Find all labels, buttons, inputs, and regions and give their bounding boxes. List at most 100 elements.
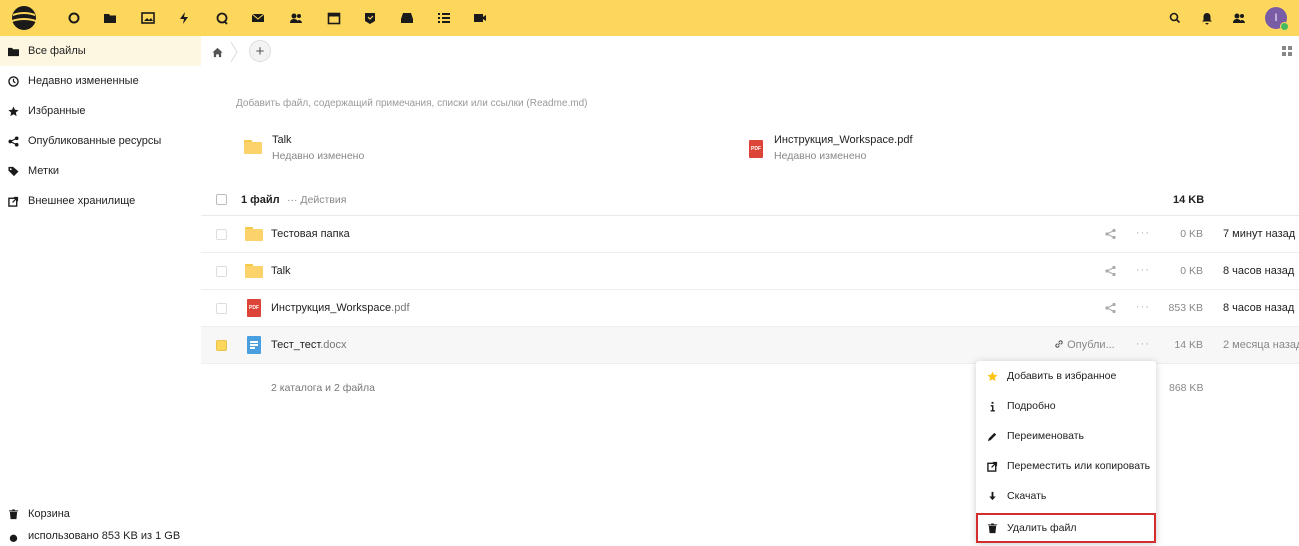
home-breadcrumb-icon[interactable] — [212, 45, 226, 59]
file-name[interactable]: Тест_тест.docx — [271, 339, 347, 351]
published-link[interactable]: Опубли... — [1054, 339, 1115, 351]
files-summary: 2 каталога и 2 файла — [271, 382, 376, 394]
table-row-selected[interactable]: Тест_тест.docx Опубли... ··· 14 KB 2 мес… — [201, 327, 1299, 364]
link-icon — [1055, 340, 1063, 348]
row-checkbox[interactable] — [216, 229, 227, 240]
recent-item-talk[interactable]: Talk Недавно изменено — [244, 134, 364, 162]
activity-icon[interactable] — [176, 10, 192, 26]
row-menu-button[interactable]: ··· — [1136, 338, 1150, 350]
row-checkbox[interactable] — [216, 303, 227, 314]
file-extension: .docx — [320, 339, 347, 351]
notifications-icon[interactable] — [1199, 10, 1215, 26]
file-name[interactable]: Talk — [271, 265, 291, 277]
sidebar-quota[interactable]: использовано 853 KB из 1 GB — [0, 526, 201, 546]
file-name[interactable]: Тестовая папка — [271, 228, 350, 240]
sidebar-item-tags[interactable]: Метки — [0, 156, 201, 186]
talk-icon[interactable] — [214, 10, 230, 26]
actions-menu-button[interactable]: ··· Действия — [287, 194, 346, 206]
menu-item-download[interactable]: Скачать — [976, 481, 1156, 511]
menu-item-label: Переименовать — [1007, 430, 1084, 442]
info-icon — [986, 400, 998, 412]
trash-icon — [6, 507, 20, 521]
table-row[interactable]: Тестовая папка ··· 0 KB 7 минут назад — [201, 216, 1299, 253]
sidebar-item-favorites[interactable]: Избранные — [0, 96, 201, 126]
breadcrumb-separator — [230, 40, 238, 64]
row-menu-button[interactable]: ··· — [1136, 301, 1150, 313]
sidebar-item-external-storage[interactable]: Внешнее хранилище — [0, 186, 201, 216]
pdf-badge: PDF — [751, 146, 761, 152]
row-menu-button[interactable]: ··· — [1136, 264, 1150, 276]
pdf-icon: PDF — [247, 299, 261, 317]
folder-icon[interactable] — [102, 10, 118, 26]
sidebar-item-shared[interactable]: Опубликованные ресурсы — [0, 126, 201, 156]
row-menu-button[interactable]: ··· — [1136, 227, 1150, 239]
video-icon[interactable] — [472, 10, 488, 26]
menu-item-details[interactable]: Подробно — [976, 391, 1156, 421]
tasks-icon[interactable] — [436, 10, 452, 26]
grid-view-toggle[interactable] — [1281, 45, 1293, 57]
folder-icon — [245, 264, 263, 278]
inbox-icon[interactable] — [399, 10, 415, 26]
file-basename: Инструкция_Workspace — [271, 302, 392, 314]
readme-placeholder[interactable]: Добавить файл, содержащий примечания, сп… — [236, 98, 588, 109]
published-label: Опубли... — [1067, 339, 1115, 351]
beeline-logo[interactable] — [9, 4, 39, 32]
share-icon[interactable] — [1104, 227, 1118, 241]
pdf-badge: PDF — [249, 305, 259, 311]
row-checkbox-checked[interactable] — [216, 340, 227, 351]
menu-item-delete[interactable]: Удалить файл — [976, 513, 1156, 543]
recent-item-name: Talk — [272, 134, 292, 146]
files-table-header: 1 файл ··· Действия 14 KB — [201, 184, 1299, 216]
menu-item-move-copy[interactable]: Переместить или копировать — [976, 451, 1156, 481]
image-icon[interactable] — [140, 10, 156, 26]
mail-icon[interactable] — [250, 10, 266, 26]
contacts-icon[interactable] — [288, 10, 304, 26]
files-summary-size: 868 KB — [1169, 382, 1204, 394]
breadcrumb — [212, 40, 238, 64]
select-all-checkbox[interactable] — [216, 194, 227, 205]
calendar-icon[interactable] — [326, 10, 342, 26]
clock-icon — [6, 74, 20, 88]
sidebar: Все файлы Недавно измененные Избранные О… — [0, 36, 201, 543]
top-bar: I — [0, 0, 1299, 36]
table-row[interactable]: Talk ··· 0 KB 8 часов назад — [201, 253, 1299, 290]
file-date: 8 часов назад — [1223, 302, 1295, 314]
menu-item-rename[interactable]: Переименовать — [976, 421, 1156, 451]
user-avatar[interactable]: I — [1265, 7, 1289, 31]
menu-item-add-favorite[interactable]: Добавить в избранное — [976, 361, 1156, 391]
file-name[interactable]: Инструкция_Workspace.pdf — [271, 302, 410, 314]
home-icon[interactable] — [66, 10, 82, 26]
file-date: 7 минут назад — [1223, 228, 1296, 240]
sidebar-item-recent[interactable]: Недавно измененные — [0, 66, 201, 96]
move-icon — [986, 460, 998, 472]
file-date: 2 месяца назад — [1223, 339, 1299, 351]
external-icon — [6, 194, 20, 208]
new-button[interactable]: + — [249, 40, 271, 62]
recent-item-pdf[interactable]: PDF Инструкция_Workspace.pdf Недавно изм… — [749, 134, 913, 162]
table-row[interactable]: PDF Инструкция_Workspace.pdf ··· 853 KB … — [201, 290, 1299, 327]
recent-item-sub: Недавно изменено — [774, 150, 867, 162]
header-size: 14 KB — [1173, 194, 1205, 206]
user-initial: I — [1274, 12, 1278, 24]
tag-icon — [6, 164, 20, 178]
file-size: 0 KB — [1180, 228, 1203, 240]
sidebar-item-all-files[interactable]: Все файлы — [0, 36, 201, 66]
contacts-menu-icon[interactable] — [1231, 10, 1247, 26]
menu-item-label: Добавить в избранное — [1007, 370, 1117, 382]
grid-icon — [1282, 46, 1292, 56]
share-icon[interactable] — [1104, 264, 1118, 278]
folder-icon — [244, 140, 262, 154]
file-basename: Тест_тест — [271, 339, 321, 351]
menu-item-label: Удалить файл — [1007, 522, 1077, 534]
search-icon[interactable] — [1167, 10, 1183, 26]
deck-icon[interactable] — [362, 10, 378, 26]
share-icon[interactable] — [1104, 301, 1118, 315]
file-size: 0 KB — [1180, 265, 1203, 277]
menu-item-label: Скачать — [1007, 490, 1047, 502]
row-checkbox[interactable] — [216, 266, 227, 277]
sidebar-item-label: Недавно измененные — [28, 75, 139, 87]
file-size: 853 KB — [1168, 302, 1203, 314]
sidebar-item-label: Внешнее хранилище — [28, 195, 136, 207]
online-status-indicator — [1280, 22, 1289, 31]
sidebar-item-trash[interactable]: Корзина — [0, 499, 201, 529]
